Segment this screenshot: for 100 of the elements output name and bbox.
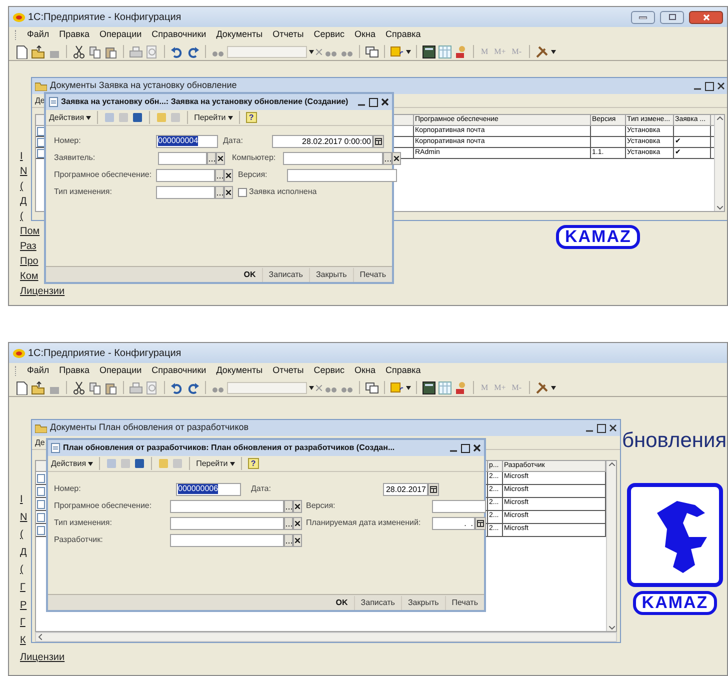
- link[interactable]: (: [20, 528, 24, 543]
- clear-button[interactable]: [293, 534, 302, 546]
- checkbox[interactable]: [238, 188, 247, 196]
- form-button[interactable]: OK: [238, 268, 262, 282]
- minimize-button[interactable]: [631, 10, 655, 24]
- form-button[interactable]: Записать: [262, 268, 309, 282]
- form-button[interactable]: Записать: [354, 596, 401, 610]
- input-field[interactable]: [170, 534, 284, 546]
- menu-item[interactable]: Справка: [385, 28, 421, 42]
- goto-menu-button[interactable]: Перейти: [194, 112, 233, 124]
- clear-button[interactable]: [224, 186, 233, 198]
- scrollbar[interactable]: [35, 632, 617, 642]
- link[interactable]: К: [20, 634, 26, 648]
- menu-item[interactable]: Файл: [27, 364, 50, 378]
- dropdown-caret-icon[interactable]: [86, 116, 92, 120]
- scrollbar[interactable]: [606, 461, 616, 631]
- help-button[interactable]: ?: [248, 458, 259, 469]
- menu-button[interactable]: Де: [35, 94, 45, 106]
- dropdown-caret-icon[interactable]: [406, 386, 411, 390]
- maximize-button[interactable]: [660, 10, 684, 24]
- form-button[interactable]: Закрыть: [400, 596, 445, 610]
- menu-item[interactable]: Сервис: [314, 364, 345, 378]
- select-button[interactable]: [284, 534, 293, 546]
- close-button[interactable]: [689, 10, 723, 24]
- clear-button[interactable]: [293, 500, 302, 512]
- link[interactable]: Д: [20, 195, 27, 209]
- input-field[interactable]: [283, 152, 383, 164]
- link[interactable]: Г: [20, 616, 26, 631]
- menu-item[interactable]: Правка: [59, 364, 90, 378]
- undo-icon[interactable]: [170, 44, 184, 58]
- scissors-icon[interactable]: [72, 380, 86, 394]
- calendar-button[interactable]: [475, 516, 486, 530]
- input-field[interactable]: [156, 186, 215, 198]
- close-icon[interactable]: [609, 424, 617, 432]
- maximize-icon[interactable]: [597, 424, 606, 432]
- search-field[interactable]: [227, 46, 307, 58]
- menu-item[interactable]: Окна: [354, 364, 376, 378]
- menu-item[interactable]: Отчеты: [272, 364, 304, 378]
- scroll-up-icon[interactable]: [716, 116, 722, 120]
- goto-menu-button[interactable]: Перейти: [196, 458, 235, 470]
- input-field[interactable]: 000000006: [176, 482, 241, 496]
- maximize-icon[interactable]: [369, 98, 378, 106]
- select-button[interactable]: [215, 168, 224, 182]
- link[interactable]: N: [20, 165, 28, 179]
- form-button[interactable]: Закрыть: [308, 268, 353, 282]
- link[interactable]: Пом: [20, 225, 40, 239]
- date-field[interactable]: 28.02.2017 0:00:00: [272, 134, 373, 148]
- tools-icon[interactable]: [534, 380, 549, 394]
- menu-item[interactable]: Сервис: [314, 28, 345, 42]
- select-button[interactable]: [284, 516, 293, 530]
- close-icon[interactable]: [717, 82, 725, 90]
- menu-item[interactable]: Операции: [100, 364, 142, 378]
- clear-button[interactable]: [216, 152, 225, 164]
- date-field[interactable]: 28.02.2017: [383, 482, 428, 496]
- search-field[interactable]: [227, 382, 307, 394]
- person-icon[interactable]: [454, 44, 468, 58]
- dropdown-caret-icon[interactable]: [309, 386, 314, 390]
- menu-item[interactable]: Документы: [216, 28, 263, 42]
- help-button[interactable]: ?: [246, 112, 257, 123]
- link[interactable]: (: [20, 563, 24, 578]
- input-field[interactable]: [432, 500, 486, 512]
- dropdown-caret-icon[interactable]: [230, 462, 235, 466]
- copy-icon[interactable]: [88, 44, 102, 58]
- input-field[interactable]: [156, 168, 215, 182]
- link[interactable]: I: [20, 493, 23, 508]
- input-field[interactable]: 000000004: [156, 134, 218, 148]
- clear-button[interactable]: [224, 168, 233, 182]
- actions-menu-button[interactable]: Действия: [51, 458, 94, 470]
- dropdown-caret-icon[interactable]: [228, 116, 233, 120]
- close-icon[interactable]: [473, 444, 481, 452]
- link[interactable]: Лицензии: [20, 285, 65, 299]
- scrollbar[interactable]: [714, 115, 724, 211]
- input-field[interactable]: [170, 516, 284, 530]
- clear-button[interactable]: [392, 152, 401, 164]
- dropdown-caret-icon[interactable]: [406, 50, 411, 54]
- maximize-icon[interactable]: [461, 444, 470, 452]
- menu-item[interactable]: Справка: [385, 364, 421, 378]
- folder-icon[interactable]: [31, 44, 45, 58]
- menu-item[interactable]: Операции: [100, 28, 142, 42]
- calendar-button[interactable]: [428, 482, 439, 496]
- link[interactable]: Лицензии: [20, 651, 65, 666]
- menu-item[interactable]: Правка: [59, 28, 90, 42]
- menu-item[interactable]: Окна: [354, 28, 376, 42]
- actions-menu-button[interactable]: Действия: [49, 112, 92, 124]
- link[interactable]: Про: [20, 255, 38, 269]
- scroll-down-icon[interactable]: [716, 206, 722, 210]
- scroll-up-icon[interactable]: [608, 462, 614, 466]
- link[interactable]: Раз: [20, 240, 36, 254]
- dropdown-caret-icon[interactable]: [550, 386, 556, 390]
- redo-icon[interactable]: [186, 380, 200, 394]
- dropdown-caret-icon[interactable]: [550, 50, 556, 54]
- link[interactable]: (: [20, 180, 24, 194]
- person-icon[interactable]: [454, 380, 468, 394]
- close-icon[interactable]: [381, 98, 389, 106]
- link[interactable]: Ком: [20, 270, 38, 284]
- clear-button[interactable]: [293, 516, 302, 530]
- menu-item[interactable]: Справочники: [152, 28, 206, 42]
- select-button[interactable]: [215, 186, 224, 198]
- link[interactable]: N: [20, 510, 28, 526]
- calculator-icon[interactable]: [422, 44, 436, 58]
